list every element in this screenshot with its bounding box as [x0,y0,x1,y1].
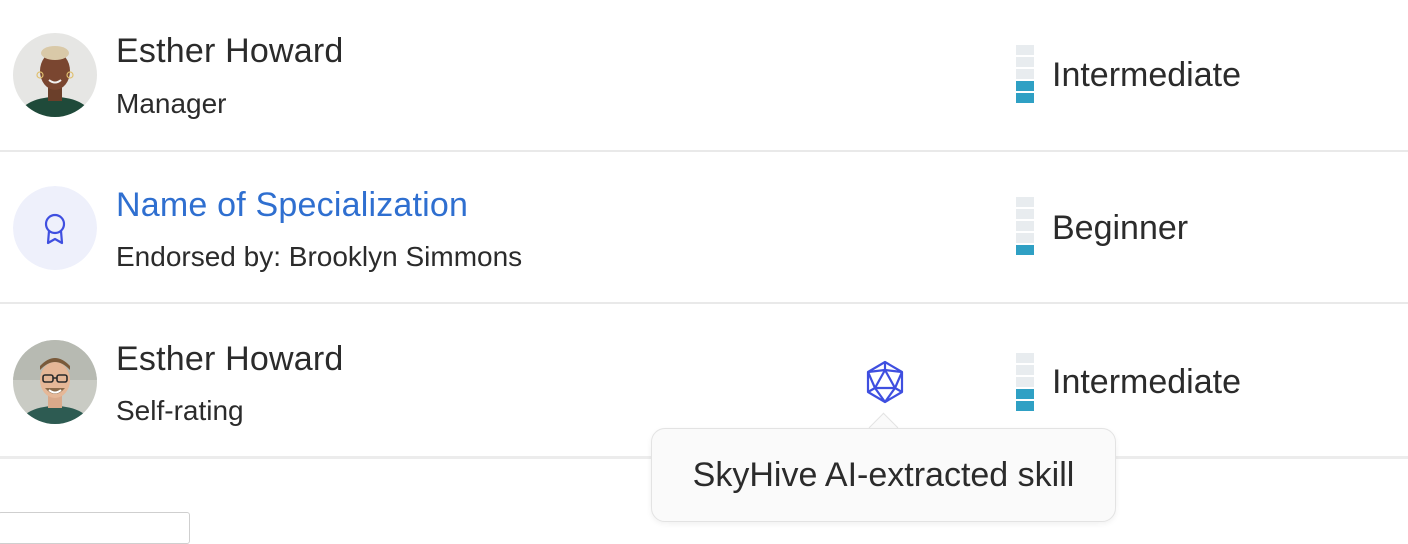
woman-photo-avatar [13,33,97,117]
proficiency-level: Beginner [1052,209,1189,247]
level-segment [1016,353,1034,363]
endorser-role: Self-rating [116,395,244,426]
tooltip: SkyHive AI-extracted skill [651,428,1116,522]
endorsement-row: Esther Howard Manager Intermediate [0,0,1408,152]
level-segment [1016,221,1034,231]
proficiency-level: Intermediate [1052,363,1241,401]
level-segment [1016,81,1034,91]
level-segment [1016,365,1034,375]
level-indicator [1016,353,1034,411]
skyhive-ai-icon[interactable] [862,359,908,405]
endorsement-row: Name of Specialization Endorsed by: Broo… [0,152,1408,304]
level-segment [1016,377,1034,387]
ai-polyhedron-icon [866,360,904,404]
endorser-name: Esther Howard [116,340,344,378]
man-photo-avatar [13,340,97,424]
avatar [13,186,97,270]
level-segment [1016,233,1034,243]
level-segment [1016,57,1034,67]
level-indicator [1016,197,1034,255]
bottom-control[interactable] [0,512,190,544]
endorser-name: Esther Howard [116,32,344,70]
level-segment [1016,45,1034,55]
proficiency-level: Intermediate [1052,56,1241,94]
specialization-link[interactable]: Name of Specialization [116,186,468,225]
endorser-role: Manager [116,88,227,119]
level-segment [1016,93,1034,103]
level-indicator [1016,45,1034,103]
level-segment [1016,401,1034,411]
level-segment [1016,197,1034,207]
award-ribbon-icon [13,186,97,270]
level-segment [1016,69,1034,79]
endorsed-by: Endorsed by: Brooklyn Simmons [116,241,523,272]
level-segment [1016,209,1034,219]
tooltip-text: SkyHive AI-extracted skill [692,455,1075,494]
avatar [13,340,97,424]
level-segment [1016,389,1034,399]
level-segment [1016,245,1034,255]
avatar [13,33,97,117]
